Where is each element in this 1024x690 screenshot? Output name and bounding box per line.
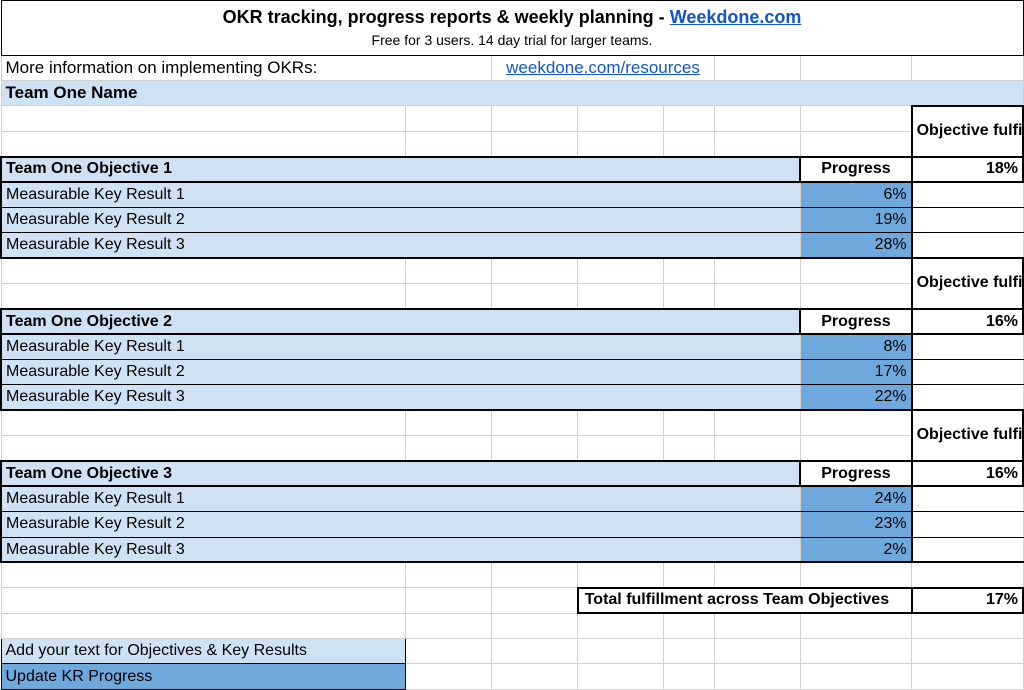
objective-fulfillment-header: Objective fulfillment [912, 258, 1023, 309]
title-link[interactable]: Weekdone.com [670, 7, 802, 27]
objective-fulfillment-value: 16% [912, 309, 1023, 334]
legend-progress: Update KR Progress [1, 664, 406, 690]
sheet-subtitle: Free for 3 users. 14 day trial for large… [1, 30, 1023, 55]
legend-objectives: Add your text for Objectives & Key Resul… [1, 639, 406, 664]
key-result-value[interactable]: 17% [800, 360, 911, 385]
objective-fulfillment-header: Objective fulfillment [912, 410, 1023, 461]
total-fulfillment-value: 17% [912, 588, 1023, 613]
progress-label: Progress [800, 461, 911, 486]
key-result-name[interactable]: Measurable Key Result 2 [1, 360, 800, 385]
objective-name[interactable]: Team One Objective 3 [1, 461, 800, 486]
key-result-value[interactable]: 28% [800, 233, 911, 258]
objective-fulfillment-header: Objective fulfillment [912, 106, 1023, 157]
info-link[interactable]: weekdone.com/resources [506, 58, 700, 77]
objective-name[interactable]: Team One Objective 1 [1, 157, 800, 182]
info-label: More information on implementing OKRs: [1, 55, 492, 80]
progress-label: Progress [800, 157, 911, 182]
key-result-name[interactable]: Measurable Key Result 3 [1, 385, 800, 410]
key-result-name[interactable]: Measurable Key Result 2 [1, 512, 800, 537]
key-result-value[interactable]: 23% [800, 512, 911, 537]
total-fulfillment-label: Total fulfillment across Team Objectives [578, 588, 912, 613]
key-result-value[interactable]: 24% [800, 486, 911, 511]
key-result-name[interactable]: Measurable Key Result 1 [1, 182, 800, 207]
key-result-name[interactable]: Measurable Key Result 1 [1, 334, 800, 359]
key-result-name[interactable]: Measurable Key Result 2 [1, 207, 800, 232]
key-result-name[interactable]: Measurable Key Result 1 [1, 486, 800, 511]
key-result-value[interactable]: 8% [800, 334, 911, 359]
okr-spreadsheet[interactable]: OKR tracking, progress reports & weekly … [0, 0, 1024, 690]
key-result-value[interactable]: 19% [800, 207, 911, 232]
key-result-value[interactable]: 2% [800, 537, 911, 562]
key-result-value[interactable]: 22% [800, 385, 911, 410]
key-result-name[interactable]: Measurable Key Result 3 [1, 233, 800, 258]
sheet-title: OKR tracking, progress reports & weekly … [1, 1, 1023, 30]
objective-fulfillment-value: 18% [912, 157, 1023, 182]
objective-name[interactable]: Team One Objective 2 [1, 309, 800, 334]
objective-fulfillment-value: 16% [912, 461, 1023, 486]
title-prefix: OKR tracking, progress reports & weekly … [223, 7, 670, 27]
key-result-value[interactable]: 6% [800, 182, 911, 207]
progress-label: Progress [800, 309, 911, 334]
team-name[interactable]: Team One Name [1, 81, 1023, 106]
key-result-name[interactable]: Measurable Key Result 3 [1, 537, 800, 562]
